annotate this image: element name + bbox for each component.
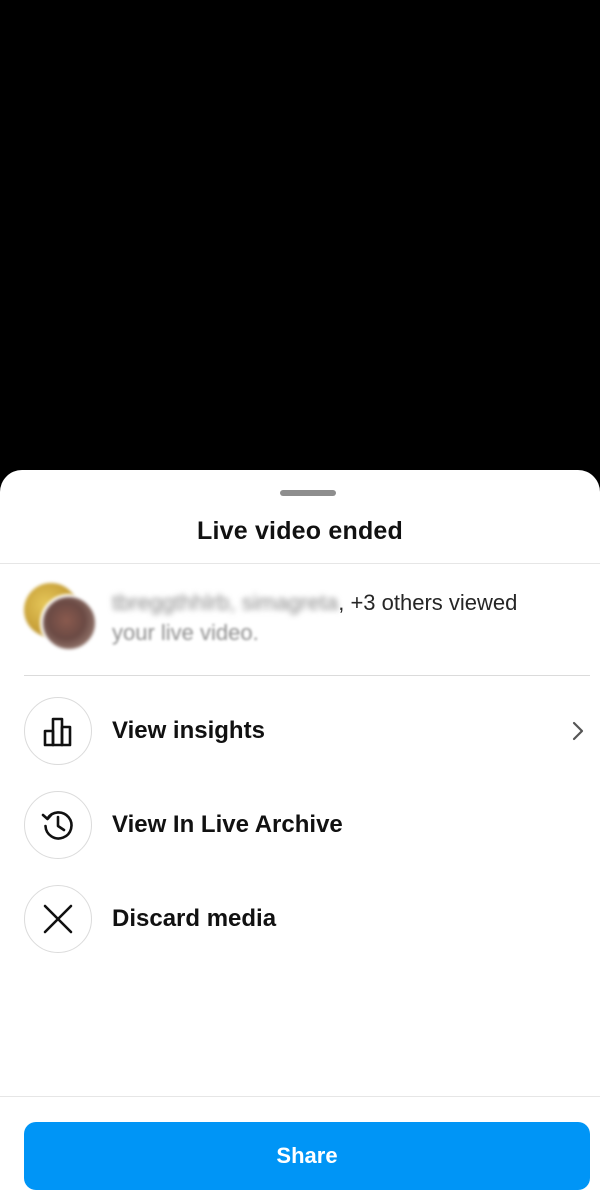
view-insights-label: View insights — [112, 717, 265, 744]
divider — [24, 675, 590, 676]
viewer-tail-text: your live video. — [112, 620, 259, 645]
viewers-text: tbreggthhlrb, simagreta, +3 others viewe… — [112, 588, 582, 648]
viewers-summary[interactable]: tbreggthhlrb, simagreta, +3 others viewe… — [0, 564, 600, 676]
history-clock-icon — [24, 791, 92, 859]
view-live-archive-label: View In Live Archive — [112, 811, 343, 838]
drag-handle[interactable] — [280, 490, 336, 496]
discard-media-row[interactable]: Discard media — [0, 883, 600, 955]
view-insights-row[interactable]: View insights — [0, 695, 600, 767]
viewer-others-count: , +3 others viewed — [338, 590, 518, 615]
bar-chart-icon — [24, 697, 92, 765]
live-video-area — [0, 0, 600, 470]
close-icon — [24, 885, 92, 953]
sheet-title: Live video ended — [196, 517, 404, 545]
discard-media-label: Discard media — [112, 905, 277, 932]
divider — [0, 1096, 600, 1097]
view-live-archive-row[interactable]: View In Live Archive — [0, 789, 600, 861]
viewer-avatar — [40, 594, 98, 652]
share-button[interactable]: Share — [24, 1122, 590, 1190]
live-ended-bottom-sheet: Live video ended tbreggthhlrb, simagreta… — [0, 470, 600, 1200]
viewer-names-blurred: tbreggthhlrb, simagreta — [112, 590, 339, 615]
chevron-right-icon — [566, 719, 590, 743]
